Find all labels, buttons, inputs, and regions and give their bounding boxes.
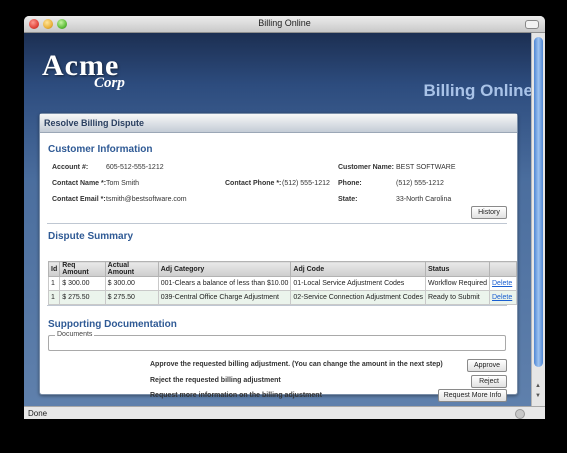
documents-fieldset: Documents	[48, 331, 506, 351]
window-title: Billing Online	[258, 18, 311, 28]
title-bar: Billing Online	[24, 16, 545, 33]
column-header: Adj Code	[290, 261, 426, 277]
table-row: 1 $ 275.50 $ 275.50 039-Central Office C…	[47, 290, 517, 305]
customer-name-label: Customer Name:	[338, 164, 395, 171]
cell-adj-category: 039-Central Office Charge Adjustment	[157, 290, 292, 305]
reject-button[interactable]: Reject	[471, 375, 507, 388]
browser-window: Billing Online Acme Corp Billing Online …	[24, 16, 545, 419]
cell-actual-amount: $ 275.50	[104, 290, 159, 305]
state-value: 33-North Carolina	[396, 196, 452, 203]
contact-phone-value: (512) 555-1212	[282, 180, 330, 187]
scroll-thumb[interactable]	[534, 37, 543, 367]
table-row: 1 $ 300.00 $ 300.00 001-Clears a balance…	[47, 276, 517, 291]
request-more-info-button[interactable]: Request More Info	[438, 389, 507, 402]
delete-link[interactable]: Delete	[492, 280, 512, 287]
reject-description: Reject the requested billing adjustment	[150, 377, 281, 384]
cell-req-amount: $ 275.50	[59, 290, 106, 305]
vertical-scrollbar[interactable]: ▲ ▼	[531, 33, 545, 406]
logo-sub: Corp	[94, 75, 125, 91]
app-title: Billing Online	[423, 81, 531, 100]
toolbar-toggle-icon[interactable]	[525, 20, 539, 29]
cell-status: Ready to Submit	[424, 290, 491, 305]
contact-name-label: Contact Name *:	[52, 180, 107, 187]
contact-name-value: Tom Smith	[106, 180, 140, 187]
column-header: Actual Amount	[104, 261, 159, 277]
acme-logo: Acme Corp	[42, 51, 125, 92]
account-value: 605-512-555-1212	[106, 164, 164, 171]
cell-adj-code: 01-Local Service Adjustment Codes	[290, 276, 426, 291]
dispute-panel: Resolve Billing Dispute Customer Informa…	[39, 113, 518, 402]
status-text: Done	[28, 409, 48, 418]
account-label: Account #:	[52, 164, 89, 171]
delete-link[interactable]: Delete	[492, 294, 512, 301]
cell-adj-code: 02-Service Connection Adjustment Codes	[290, 290, 426, 305]
contact-email-value: tsmith@bestsoftware.com	[106, 196, 187, 203]
customer-name-value: BEST SOFTWARE	[396, 164, 456, 171]
dispute-table: Id Req Amount Actual Amount Adj Category…	[47, 261, 517, 305]
page-content: Acme Corp Billing Online Resolve Billing…	[24, 33, 531, 406]
cell-req-amount: $ 300.00	[59, 276, 106, 291]
supporting-docs-heading: Supporting Documentation	[48, 319, 177, 330]
dispute-summary-heading: Dispute Summary	[48, 231, 134, 242]
cell-actual-amount: $ 300.00	[104, 276, 159, 291]
cell-adj-category: 001-Clears a balance of less than $10.00	[157, 276, 292, 291]
state-label: State:	[338, 196, 358, 203]
cell-id: 1	[47, 276, 61, 291]
divider	[47, 223, 507, 224]
column-header: Id	[47, 261, 61, 277]
column-header: Adj Category	[157, 261, 292, 277]
divider	[47, 305, 507, 306]
customer-info-heading: Customer Information	[48, 144, 153, 155]
table-header-row: Id Req Amount Actual Amount Adj Category…	[47, 261, 517, 277]
approve-description: Approve the requested billing adjustment…	[150, 361, 443, 368]
column-header: Req Amount	[59, 261, 106, 277]
contact-phone-label: Contact Phone *:	[225, 180, 282, 187]
documents-legend: Documents	[55, 331, 95, 338]
history-button[interactable]: History	[471, 206, 507, 219]
status-bar: Done	[24, 406, 545, 419]
scroll-down-icon[interactable]: ▼	[535, 393, 541, 399]
panel-title: Resolve Billing Dispute	[40, 114, 517, 133]
cell-id: 1	[47, 290, 61, 305]
approve-button[interactable]: Approve	[467, 359, 507, 372]
contact-email-label: Contact Email *:	[52, 196, 106, 203]
request-info-description: Request more information on the billing …	[150, 392, 322, 399]
phone-value: (512) 555-1212	[396, 180, 444, 187]
cell-status: Workflow Required	[424, 276, 491, 291]
column-header	[489, 261, 517, 277]
security-icon	[515, 409, 525, 419]
column-header: Status	[424, 261, 491, 277]
scroll-up-icon[interactable]: ▲	[535, 383, 541, 389]
phone-label: Phone:	[338, 180, 362, 187]
